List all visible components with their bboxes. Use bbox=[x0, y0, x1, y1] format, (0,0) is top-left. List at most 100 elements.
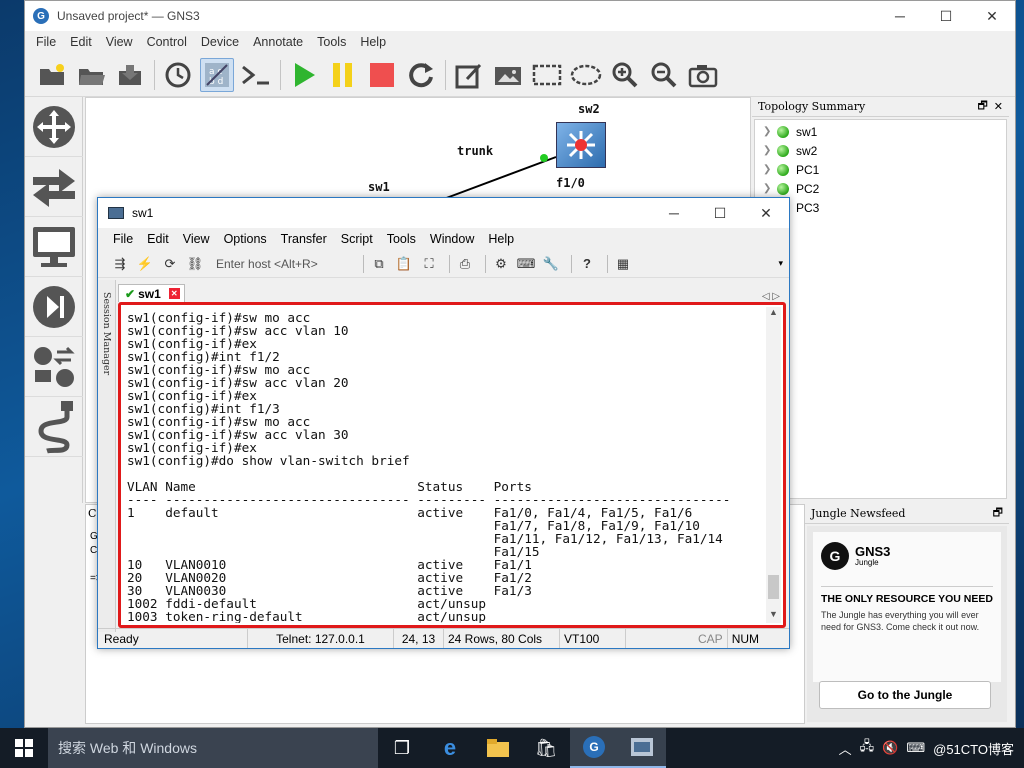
crt-menu-script[interactable]: Script bbox=[334, 232, 380, 246]
menu-view[interactable]: View bbox=[99, 35, 140, 49]
insert-picture-icon[interactable] bbox=[491, 58, 525, 92]
scroll-thumb[interactable] bbox=[768, 575, 779, 599]
close-button[interactable]: ✕ bbox=[969, 1, 1015, 31]
terminal-area[interactable]: sw1(config-if)#sw mo acc sw1(config-if)#s… bbox=[118, 302, 786, 628]
keymap-icon[interactable]: ⌨ bbox=[516, 255, 536, 273]
draw-rectangle-icon[interactable] bbox=[530, 58, 564, 92]
stop-all-icon[interactable] bbox=[365, 58, 399, 92]
end-devices-icon[interactable] bbox=[25, 217, 83, 277]
show-interface-labels-icon[interactable]: a cb d bbox=[200, 57, 234, 92]
tab-scroll-icon[interactable]: ◁ ▷ bbox=[762, 291, 780, 302]
topology-item-pc3[interactable]: ❯PC3 bbox=[755, 198, 1006, 217]
crt-menu-options[interactable]: Options bbox=[217, 232, 274, 246]
new-project-icon[interactable] bbox=[35, 58, 69, 92]
console-all-icon[interactable] bbox=[239, 58, 273, 92]
menu-edit[interactable]: Edit bbox=[63, 35, 99, 49]
ime-icon[interactable]: ⌨ bbox=[906, 740, 925, 756]
zoom-out-icon[interactable] bbox=[647, 58, 681, 92]
menu-help[interactable]: Help bbox=[353, 35, 393, 49]
menu-annotate[interactable]: Annotate bbox=[246, 35, 310, 49]
maximize-button[interactable]: ☐ bbox=[923, 1, 969, 31]
all-devices-icon[interactable] bbox=[25, 337, 83, 397]
terminal-scrollbar[interactable]: ▲ ▼ bbox=[766, 307, 781, 623]
suspend-all-icon[interactable] bbox=[326, 58, 360, 92]
volume-muted-icon[interactable]: 🔇 bbox=[882, 740, 898, 756]
toolbar-overflow-icon[interactable]: ▾ bbox=[778, 258, 783, 269]
find-binoculars-icon[interactable]: ⛶ bbox=[419, 255, 439, 273]
session-tab-sw1[interactable]: ✔ sw1 ✕ bbox=[118, 284, 185, 302]
host-input[interactable]: Enter host <Alt+R> bbox=[210, 254, 354, 274]
zoom-in-icon[interactable] bbox=[608, 58, 642, 92]
screenshot-camera-icon[interactable] bbox=[686, 58, 720, 92]
tray-expand-icon[interactable]: ︿ bbox=[839, 739, 852, 758]
minimize-button[interactable]: ─ bbox=[651, 198, 697, 228]
open-project-icon[interactable] bbox=[74, 58, 108, 92]
file-explorer-icon[interactable] bbox=[474, 728, 522, 768]
store-icon[interactable]: 🛍 bbox=[522, 728, 570, 768]
crt-menu-transfer[interactable]: Transfer bbox=[274, 232, 334, 246]
draw-ellipse-icon[interactable] bbox=[569, 58, 603, 92]
chevron-right-icon[interactable]: ❯ bbox=[763, 183, 777, 194]
topology-item-pc2[interactable]: ❯ PC2 bbox=[755, 179, 1006, 198]
reconnect-icon[interactable]: ⟳ bbox=[160, 255, 180, 273]
connect-icon[interactable]: ⇶ bbox=[110, 255, 130, 273]
close-panel-icon[interactable]: ✕ bbox=[994, 100, 1003, 113]
gns3-taskbar-icon[interactable]: G bbox=[570, 728, 618, 768]
undock-icon[interactable]: 🗗 bbox=[977, 97, 987, 116]
snapshot-clock-icon[interactable] bbox=[161, 58, 195, 92]
status-connection: Telnet: 127.0.0.1 bbox=[248, 629, 394, 648]
menu-tools[interactable]: Tools bbox=[310, 35, 353, 49]
reload-all-icon[interactable] bbox=[404, 58, 438, 92]
session-manager-sidebar[interactable]: Session Manager bbox=[98, 280, 116, 632]
paste-icon[interactable]: 📋 bbox=[394, 255, 414, 273]
gns3-titlebar: G Unsaved project* — GNS3 ─ ☐ ✕ bbox=[25, 1, 1015, 31]
chevron-right-icon[interactable]: ❯ bbox=[763, 126, 777, 137]
crt-menu-view[interactable]: View bbox=[176, 232, 217, 246]
start-button[interactable] bbox=[0, 728, 48, 768]
taskbar-search-box[interactable]: 搜索 Web 和 Windows bbox=[48, 728, 378, 768]
help-icon[interactable]: ? bbox=[577, 255, 597, 273]
switches-icon[interactable] bbox=[25, 157, 83, 217]
crt-menu-edit[interactable]: Edit bbox=[140, 232, 176, 246]
securecrt-taskbar-icon[interactable] bbox=[618, 728, 666, 768]
topology-item-sw1[interactable]: ❯ sw1 bbox=[755, 122, 1006, 141]
crt-menu-help[interactable]: Help bbox=[481, 232, 521, 246]
menu-file[interactable]: File bbox=[29, 35, 63, 49]
undock-icon[interactable]: 🗗 bbox=[993, 504, 1003, 523]
close-button[interactable]: ✕ bbox=[743, 198, 789, 228]
menu-control[interactable]: Control bbox=[140, 35, 194, 49]
crt-menu-window[interactable]: Window bbox=[423, 232, 481, 246]
crt-menu-file[interactable]: File bbox=[106, 232, 140, 246]
security-devices-icon[interactable] bbox=[25, 277, 83, 337]
chevron-right-icon[interactable]: ❯ bbox=[763, 164, 777, 175]
network-icon[interactable]: 🖧 bbox=[860, 737, 875, 759]
close-tab-icon[interactable]: ✕ bbox=[168, 288, 180, 299]
disconnect-link-icon[interactable]: ⛓ bbox=[185, 255, 205, 273]
start-all-icon[interactable] bbox=[287, 58, 321, 92]
routers-icon[interactable] bbox=[25, 97, 83, 157]
go-to-jungle-button[interactable]: Go to the Jungle bbox=[819, 681, 991, 709]
tools-icon[interactable]: 🔧 bbox=[541, 255, 561, 273]
add-link-icon[interactable] bbox=[25, 397, 83, 457]
settings-gear-icon[interactable]: ⚙ bbox=[491, 255, 511, 273]
topology-item-pc1[interactable]: ❯ PC1 bbox=[755, 160, 1006, 179]
menu-device[interactable]: Device bbox=[194, 35, 246, 49]
edge-browser-icon[interactable]: e bbox=[426, 728, 474, 768]
jungle-brand: GNS3 bbox=[855, 543, 891, 559]
maximize-button[interactable]: ☐ bbox=[697, 198, 743, 228]
sw2-switch-icon[interactable] bbox=[556, 122, 606, 168]
scroll-down-icon[interactable]: ▼ bbox=[766, 609, 781, 623]
jungle-newsfeed-title: Jungle Newsfeed bbox=[811, 507, 906, 520]
minimize-button[interactable]: ─ bbox=[877, 1, 923, 31]
copy-icon[interactable]: ⧉ bbox=[369, 255, 389, 273]
add-note-icon[interactable] bbox=[452, 58, 486, 92]
task-view-icon[interactable]: ❐ bbox=[378, 728, 426, 768]
scroll-up-icon[interactable]: ▲ bbox=[766, 307, 781, 321]
chevron-right-icon[interactable]: ❯ bbox=[763, 145, 777, 156]
quick-connect-icon[interactable]: ⚡ bbox=[135, 255, 155, 273]
sftp-icon[interactable]: ▦ bbox=[613, 255, 633, 273]
crt-menu-tools[interactable]: Tools bbox=[380, 232, 423, 246]
print-icon[interactable]: ⎙ bbox=[455, 255, 475, 273]
save-project-icon[interactable] bbox=[113, 58, 147, 92]
topology-item-sw2[interactable]: ❯ sw2 bbox=[755, 141, 1006, 160]
